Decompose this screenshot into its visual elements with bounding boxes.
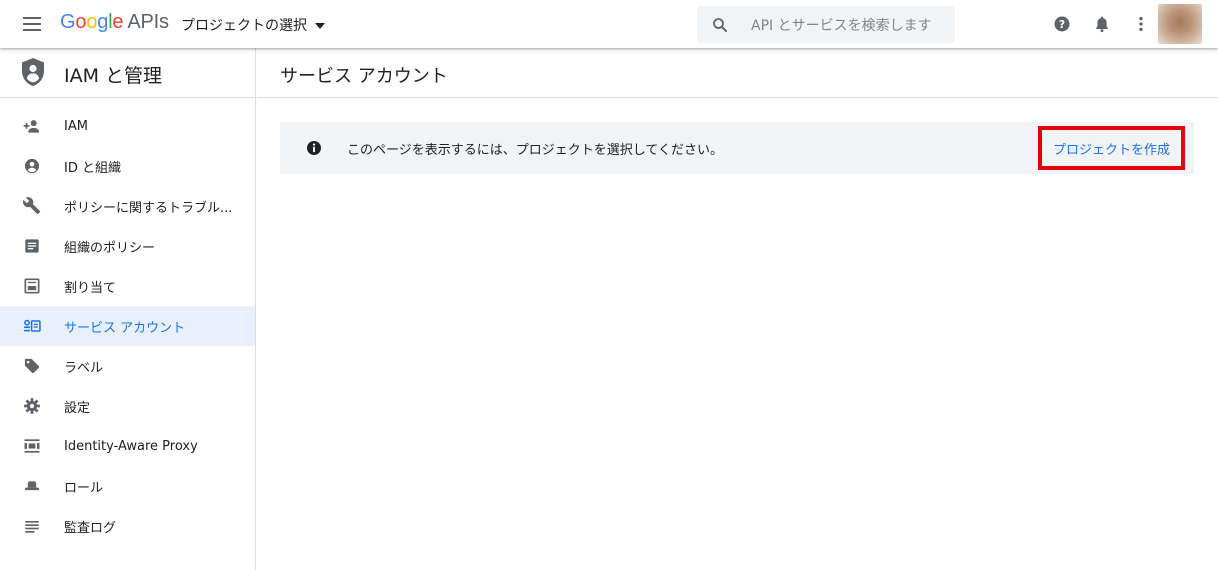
sidebar-item-policy-troubleshooter[interactable]: ポリシーに関するトラブル... [0, 186, 255, 226]
sidebar-header: IAM と管理 [0, 48, 255, 98]
search-bar[interactable]: API とサービスを検索します [697, 6, 955, 43]
sidebar-item-identity-org[interactable]: ID と組織 [0, 146, 255, 186]
role-hat-icon [24, 481, 40, 491]
project-selector-label: プロジェクトの選択 [181, 18, 307, 34]
sidebar-item-labels[interactable]: ラベル [0, 346, 255, 386]
sidebar-item-label: ポリシーに関するトラブル... [64, 200, 233, 216]
project-selector[interactable]: プロジェクトの選択 [181, 15, 325, 35]
page-title: サービス アカウント [280, 66, 448, 87]
sidebar-item-label: サービス アカウント [64, 320, 186, 336]
create-project-button[interactable]: プロジェクトを作成 [1038, 126, 1185, 170]
sidebar-item-identity-aware-proxy[interactable]: Identity-Aware Proxy [0, 426, 255, 466]
sidebar-item-label: ID と組織 [64, 160, 121, 176]
proxy-icon [24, 439, 40, 453]
person-add-icon [23, 120, 40, 133]
service-account-icon [24, 319, 41, 332]
notifications-icon[interactable] [1092, 14, 1112, 34]
sidebar-item-settings[interactable]: 設定 [0, 386, 255, 426]
sidebar-title: IAM と管理 [64, 65, 163, 87]
select-project-banner: このページを表示するには、プロジェクトを選択してください。 プロジェクトを作成 [280, 122, 1194, 174]
sidebar-item-label: ラベル [64, 360, 104, 376]
apis-wordmark: APIs [127, 11, 169, 33]
search-icon [713, 18, 727, 32]
sidebar-item-roles[interactable]: ロール [0, 466, 255, 506]
banner-message: このページを表示するには、プロジェクトを選択してください。 [347, 143, 723, 158]
shield-icon [22, 58, 44, 86]
dropdown-caret-icon [315, 22, 325, 29]
more-vert-icon[interactable] [1131, 14, 1151, 34]
help-icon[interactable]: ? [1052, 14, 1072, 34]
avatar[interactable] [1158, 4, 1202, 44]
sidebar-item-label: 設定 [64, 400, 91, 416]
sidebar-item-audit-logs[interactable]: 監査ログ [0, 506, 255, 546]
sidebar-item-quotas[interactable]: 割り当て [0, 266, 255, 306]
policy-doc-icon [25, 239, 39, 253]
list-lines-icon [25, 521, 39, 533]
google-wordmark: Google [60, 11, 124, 33]
sidebar-item-label: Identity-Aware Proxy [64, 438, 198, 454]
label-tag-icon [24, 358, 40, 374]
gear-icon [24, 398, 40, 414]
sidebar-item-label: ロール [64, 480, 104, 496]
sidebar-item-iam[interactable]: IAM [0, 106, 255, 146]
account-circle-icon [24, 158, 40, 174]
info-icon [307, 141, 321, 155]
quota-icon [24, 278, 40, 294]
menu-icon[interactable] [20, 14, 44, 34]
sidebar-item-service-accounts[interactable]: サービス アカウント [0, 306, 255, 346]
search-placeholder: API とサービスを検索します [751, 18, 932, 34]
svg-text:?: ? [1059, 18, 1065, 31]
page-header: サービス アカウント [257, 48, 1218, 98]
sidebar-item-label: IAM [64, 118, 88, 134]
sidebar: IAM と管理 IAM ID と組織 ポリシーに関するトラブル... 組織のポリ… [0, 48, 256, 570]
sidebar-item-label: 監査ログ [64, 520, 117, 536]
sidebar-item-label: 割り当て [64, 280, 117, 296]
create-project-label: プロジェクトを作成 [1052, 142, 1170, 158]
top-app-bar: Google APIs プロジェクトの選択 API とサービスを検索します ? [0, 0, 1218, 48]
wrench-icon [23, 197, 41, 215]
main-content: サービス アカウント このページを表示するには、プロジェクトを選択してください。… [257, 48, 1218, 570]
google-apis-logo[interactable]: Google APIs [60, 11, 169, 34]
sidebar-item-org-policies[interactable]: 組織のポリシー [0, 226, 255, 266]
sidebar-item-label: 組織のポリシー [64, 240, 156, 256]
